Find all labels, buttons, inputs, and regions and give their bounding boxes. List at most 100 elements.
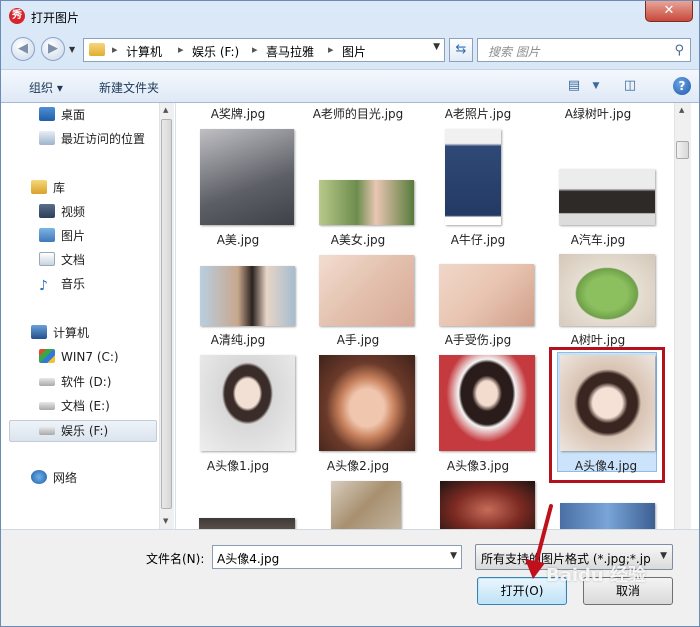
history-dropdown-icon[interactable]: ▼ [69, 45, 75, 54]
thumbnail-a-touxiang3[interactable] [439, 355, 535, 451]
filename-label: 文件名(N): [146, 552, 205, 566]
breadcrumb-drive-f[interactable]: 娱乐 (F:) [192, 43, 239, 60]
file-label[interactable]: A老照片.jpg [419, 105, 537, 122]
music-icon: ♪ [39, 278, 48, 294]
thumbnail-a-touxiang2[interactable] [319, 355, 415, 451]
forward-arrow-icon: ▶ [48, 41, 58, 56]
sidebar-item-label: 文档 (E:) [61, 399, 110, 413]
thumbnail-a-qiche[interactable] [559, 169, 655, 225]
file-grid: A奖牌.jpg A老师的目光.jpg A老照片.jpg A绿树叶.jpg A美.… [179, 103, 673, 529]
chevron-right-icon[interactable]: ▸ [252, 43, 258, 56]
thumbnail-partial[interactable] [560, 503, 655, 529]
picture-icon [39, 228, 55, 242]
view-dropdown-icon[interactable]: ▼ [585, 76, 607, 96]
address-dropdown-icon[interactable]: ▼ [433, 42, 440, 52]
file-label[interactable]: A汽车.jpg [539, 231, 657, 248]
filename-value: A头像4.jpg [217, 552, 280, 566]
thumbnail-a-mei[interactable] [200, 129, 294, 225]
windows-drive-icon [39, 349, 55, 363]
drive-icon [39, 427, 55, 435]
back-button[interactable]: ◀ [11, 37, 35, 61]
sidebar-item-drive-f[interactable]: 娱乐 (F:) [39, 420, 108, 442]
new-folder-button[interactable]: 新建文件夹 [99, 79, 159, 96]
sidebar-item-label: 桌面 [61, 108, 86, 122]
sidebar-item-desktop[interactable]: 桌面 [39, 104, 85, 126]
breadcrumb-pictures[interactable]: 图片 [342, 43, 366, 60]
organize-menu[interactable]: 组织 ▾ [29, 79, 63, 96]
chevron-right-icon[interactable]: ▸ [178, 43, 184, 56]
file-label[interactable]: A绿树叶.jpg [539, 105, 657, 122]
sidebar-item-drive-e[interactable]: 文档 (E:) [39, 395, 110, 417]
sidebar-item-pictures[interactable]: 图片 [39, 225, 85, 247]
desktop-icon [39, 107, 55, 121]
sidebar-item-videos[interactable]: 视频 [39, 201, 85, 223]
sidebar-item-drive-d[interactable]: 软件 (D:) [39, 371, 111, 393]
navigation-bar: ◀ ▶ ▼ ▸ 计算机 ▸ 娱乐 (F:) ▸ 喜马拉雅 ▸ 图片 ▼ ⇆ 搜索… [1, 33, 699, 67]
command-toolbar: 组织 ▾ 新建文件夹 ▤ ▼ ◫ ? [1, 69, 699, 103]
sidebar-item-label: 娱乐 (F:) [61, 424, 109, 438]
sidebar-scroll-thumb[interactable] [161, 119, 172, 509]
thumbnail-a-qingchun[interactable] [200, 266, 295, 326]
sidebar-item-label: 视频 [61, 205, 86, 219]
sidebar-item-label: WIN7 (C:) [61, 350, 119, 364]
network-icon [31, 470, 47, 484]
preview-pane-icon[interactable]: ◫ [619, 76, 641, 96]
file-grid-scroll-thumb[interactable] [676, 141, 689, 159]
file-label[interactable]: A清纯.jpg [179, 331, 297, 348]
sidebar-item-music[interactable]: ♪ 音乐 [39, 273, 85, 295]
file-label[interactable]: A手.jpg [299, 331, 417, 348]
file-label[interactable]: A美.jpg [179, 231, 297, 248]
file-label[interactable]: A牛仔.jpg [419, 231, 537, 248]
view-options-icon[interactable]: ▤ [563, 76, 585, 96]
file-type-dropdown-icon: ▼ [660, 551, 667, 561]
sidebar-group-label: 计算机 [53, 326, 90, 340]
file-label[interactable]: A头像1.jpg [179, 457, 297, 474]
sidebar-group-libraries[interactable]: 库 [31, 177, 65, 199]
scroll-up-arrow-icon[interactable]: ▲ [163, 106, 168, 114]
refresh-button[interactable]: ⇆ [449, 38, 473, 62]
sidebar-item-documents[interactable]: 文档 [39, 249, 85, 271]
drive-icon [39, 378, 55, 386]
computer-icon [31, 325, 47, 339]
file-label[interactable]: A老师的目光.jpg [299, 105, 417, 122]
chevron-right-icon[interactable]: ▸ [328, 43, 334, 56]
search-input[interactable]: 搜索 图片 ⚲ [477, 38, 691, 62]
file-label[interactable]: A奖牌.jpg [179, 105, 297, 122]
filename-input[interactable]: A头像4.jpg ▼ [212, 545, 462, 569]
file-label[interactable]: A手受伤.jpg [419, 331, 537, 348]
sidebar-group-computer[interactable]: 计算机 [31, 322, 89, 344]
thumbnail-partial[interactable] [199, 518, 295, 529]
thumbnail-a-shuye[interactable] [559, 254, 655, 326]
sidebar-item-recent[interactable]: 最近访问的位置 [39, 128, 145, 150]
forward-button[interactable]: ▶ [41, 37, 65, 61]
watermark: Baidu 经验 [546, 565, 647, 586]
address-bar[interactable]: ▸ 计算机 ▸ 娱乐 (F:) ▸ 喜马拉雅 ▸ 图片 ▼ [83, 38, 445, 62]
sidebar-item-label: 软件 (D:) [61, 375, 112, 389]
thumbnail-a-meinv[interactable] [319, 180, 414, 225]
scroll-up-arrow-icon[interactable]: ▲ [679, 106, 684, 114]
search-icon: ⚲ [674, 43, 684, 58]
file-label[interactable]: A头像3.jpg [419, 457, 537, 474]
file-label[interactable]: A树叶.jpg [539, 331, 657, 348]
thumbnail-a-shou[interactable] [319, 255, 414, 326]
close-button[interactable]: ✕ [645, 1, 693, 22]
thumbnail-a-niuzai[interactable] [445, 129, 501, 225]
sidebar-item-label: 音乐 [61, 277, 86, 291]
filename-dropdown-icon[interactable]: ▼ [450, 551, 457, 561]
file-label[interactable]: A美女.jpg [299, 231, 417, 248]
breadcrumb-himalaya[interactable]: 喜马拉雅 [266, 43, 314, 60]
thumbnail-a-shoushoushang[interactable] [439, 264, 534, 326]
file-label[interactable]: A头像2.jpg [299, 457, 417, 474]
scroll-down-arrow-icon[interactable]: ▼ [163, 517, 168, 525]
thumbnail-a-touxiang1[interactable] [200, 355, 295, 451]
thumbnail-partial[interactable] [331, 481, 401, 529]
file-grid-scrollbar[interactable] [674, 103, 691, 529]
help-icon[interactable]: ? [673, 77, 691, 95]
sidebar-group-network[interactable]: 网络 [31, 467, 77, 489]
content-area: 桌面 最近访问的位置 库 视频 图片 文档 ♪ 音乐 计算机 WIN7 (C:)… [1, 103, 699, 529]
sidebar-item-drive-c[interactable]: WIN7 (C:) [39, 346, 119, 368]
breadcrumb-computer[interactable]: 计算机 [126, 43, 162, 60]
chevron-right-icon[interactable]: ▸ [112, 43, 118, 56]
video-icon [39, 204, 55, 218]
sidebar-item-label: 文档 [61, 253, 86, 267]
